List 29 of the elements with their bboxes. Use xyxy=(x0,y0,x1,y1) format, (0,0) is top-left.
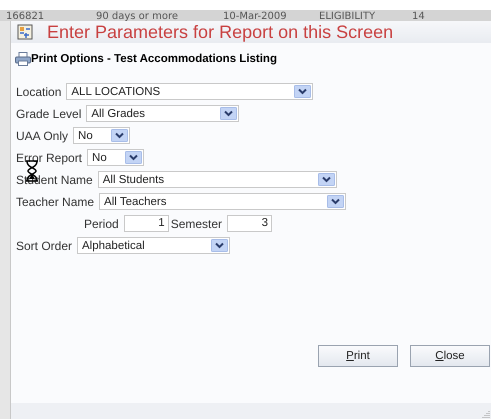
field-label: Period xyxy=(84,216,119,230)
dropdown[interactable]: All Teachers xyxy=(99,193,346,210)
field-label: Semester xyxy=(170,216,222,230)
input-field[interactable]: 3 xyxy=(227,215,272,232)
field-label: Grade Level xyxy=(16,106,82,120)
resize-grip-icon[interactable] xyxy=(481,409,491,419)
dialog-button[interactable]: Print xyxy=(318,345,398,367)
dropdown[interactable]: No xyxy=(73,127,130,144)
dialog-button[interactable]: Close xyxy=(410,345,490,367)
dropdown[interactable]: All Grades xyxy=(86,105,240,122)
section-heading: Print Options - Test Accommodations Listing xyxy=(31,53,277,65)
table-cell-text: 90 days or more xyxy=(96,12,179,21)
dropdown[interactable]: ALL LOCATIONS xyxy=(66,83,314,100)
field-label: UAA Only xyxy=(16,128,68,142)
dropdown[interactable]: All Students xyxy=(98,171,337,188)
field-label: Student Name xyxy=(16,172,93,186)
field-label: Location xyxy=(16,84,62,98)
table-cell-text: 14 xyxy=(412,12,426,21)
dropdown[interactable]: No xyxy=(87,149,144,166)
table-cell-text: 10-Mar-2009 xyxy=(223,12,288,21)
table-cell-text: 166821 xyxy=(5,12,46,21)
dialog-title: Enter Parameters for Report on this Screen xyxy=(47,22,394,42)
printer-icon xyxy=(15,52,31,66)
field-label: Teacher Name xyxy=(16,194,94,208)
report-icon xyxy=(17,24,33,40)
dropdown[interactable]: Alphabetical xyxy=(77,237,230,254)
field-label: Sort Order xyxy=(16,238,72,252)
table-cell-text: ELIGIBILITY xyxy=(319,12,376,21)
input-field[interactable]: 1 xyxy=(124,215,169,232)
